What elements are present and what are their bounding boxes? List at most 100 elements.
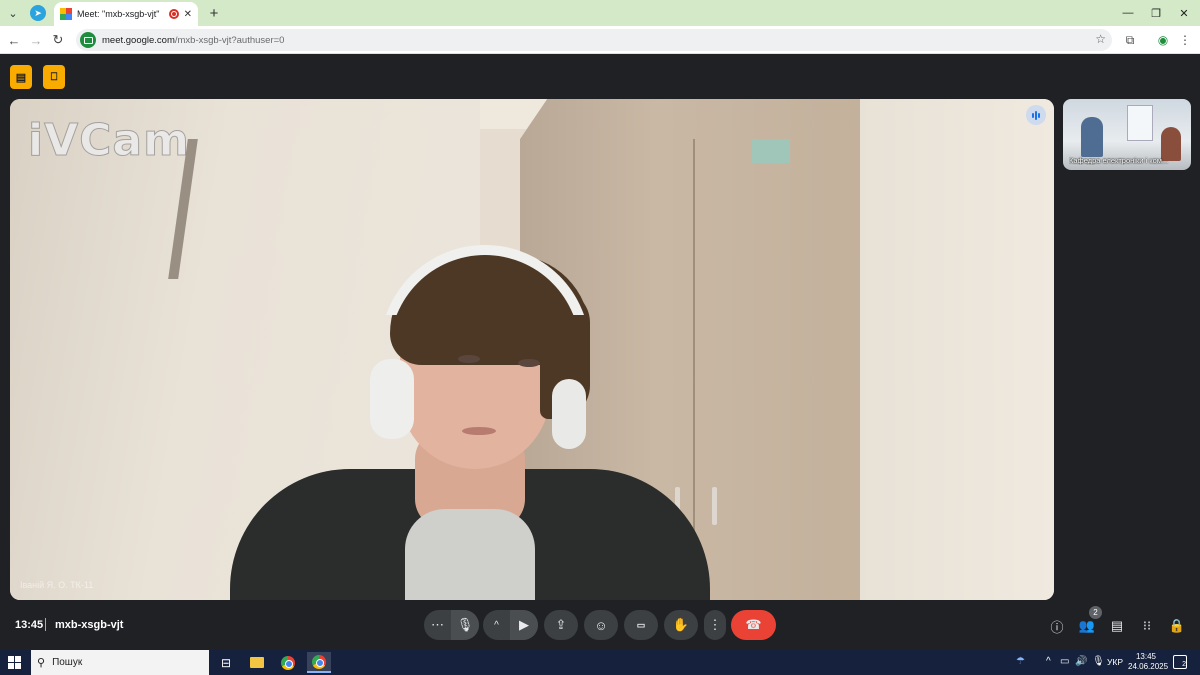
speaking-indicator-icon [1026,105,1046,125]
recording-badge[interactable]: ▤ [10,65,32,89]
meeting-code: mxb-xsgb-vjt [55,619,124,631]
tab-search-button[interactable]: ⌄ [4,4,22,22]
minimize-icon: — [1122,7,1134,19]
volume-icon[interactable]: 🔊 [1075,656,1087,667]
telegram-icon: ➤ [34,7,42,18]
site-info-icon[interactable] [80,32,96,48]
tab-meet[interactable]: Meet: "mxb-xsgb-vjt" ✕ [54,2,198,26]
chat-button[interactable]: ▤ [1107,616,1127,636]
phone-hangup-icon: ☎ [745,617,762,632]
host-controls-button[interactable]: 🔒 [1167,616,1187,636]
lock-person-icon: 🔒 [1168,618,1186,633]
microphone-tray-icon[interactable]: 🎙 [1092,656,1105,667]
folder-icon [250,657,264,668]
chrome-icon [281,655,295,670]
camera-icon: ▶ [519,617,529,632]
meet-area: ▤ ⎕ iVCam Іваній Я. О. ТК-11 Кафедра еле… [0,54,1200,650]
bookmark-star-icon[interactable]: ☆ [1095,32,1106,46]
meeting-info-button[interactable]: ⓘ [1047,616,1067,636]
address-bar[interactable]: meet.google.com/mxb-xsgb-vjt?authuser=0 … [76,29,1112,51]
plus-icon: + [209,4,219,22]
tab-close-icon[interactable]: ✕ [184,9,192,20]
info-icon: ⓘ [1050,619,1064,635]
reload-icon: ↻ [52,32,64,47]
restore-button[interactable]: ❐ [1146,4,1166,22]
meet-control-bar: 13:45 mxb-xsgb-vjt ⋯ 🎙 ^ ▶ ⇪ ☺ ▭ ✋ ⋮ ☎ ⓘ… [0,606,1200,646]
minimize-button[interactable]: — [1118,4,1138,22]
camera-watermark: iVCam [28,115,190,167]
taskbar-clock[interactable]: 13:45 24.06.2025 [1128,652,1168,672]
browser-toolbar: ← → ↻ meet.google.com/mxb-xsgb-vjt?authu… [0,26,1200,54]
present-screen-button[interactable]: ⇪ [544,610,578,640]
back-button[interactable]: ← [4,30,24,50]
emoji-icon: ☺ [594,617,608,633]
video-options-button[interactable]: ^ [483,610,510,640]
close-window-button[interactable]: ✕ [1174,4,1194,22]
chevron-up-icon: ^ [494,619,499,631]
arrow-right-icon: → [29,32,43,48]
new-tab-button[interactable]: + [204,3,224,23]
activities-button[interactable]: ⁝⁝ [1137,616,1157,636]
participant-count-badge: 2 [1089,606,1102,619]
screen: ⌄ ➤ Meet: "mxb-xsgb-vjt" ✕ + — ❐ ✕ ← → ↻… [0,0,1200,675]
reload-button[interactable]: ↻ [48,30,68,50]
apps-grid-icon: ⁝⁝ [1142,618,1152,633]
microphone-button[interactable]: 🎙 [451,610,479,640]
main-video-tile[interactable]: iVCam Іваній Я. О. ТК-11 [10,99,1054,600]
file-explorer-button[interactable] [245,652,269,673]
chrome-app-button[interactable] [276,652,300,673]
end-call-button[interactable]: ☎ [731,610,776,640]
more-horizontal-icon: ⋯ [431,617,444,632]
participant-name: Іваній Я. О. ТК-11 [20,580,94,590]
language-indicator[interactable]: УКР [1107,657,1123,667]
room-badge[interactable]: ⎕ [43,65,65,89]
participant-person [230,209,720,600]
chevron-down-icon: ⌄ [8,7,18,20]
reactions-button[interactable]: ☺ [584,610,618,640]
tray-chevron-icon[interactable]: ^ [1046,656,1051,667]
thumbnail-participant-name: Кафедра електроніки і ком... [1069,156,1169,165]
meet-favicon-icon [60,8,72,20]
video-control-group: ^ ▶ [483,610,538,640]
more-options-button[interactable]: ⋮ [704,610,726,640]
url-path: /mxb-xsgb-vjt?authuser=0 [174,34,285,46]
chrome-profile-icon [312,654,326,669]
menu-kebab-icon[interactable]: ⋮ [1176,31,1194,49]
camera-button[interactable]: ▶ [510,610,538,640]
participant-thumbnail[interactable]: Кафедра електроніки і ком... [1063,99,1191,170]
browser-tab-strip: ⌄ ➤ Meet: "mxb-xsgb-vjt" ✕ + — ❐ ✕ [0,0,1200,26]
taskbar-search[interactable]: ⚲ Пошук [31,650,209,675]
hand-icon: ✋ [672,617,690,632]
raise-hand-button[interactable]: ✋ [664,610,698,640]
notification-center-icon[interactable]: 2 [1173,655,1187,669]
people-button[interactable]: 👥 [1077,616,1097,636]
tab-title: Meet: "mxb-xsgb-vjt" [77,9,160,19]
captions-icon: ▭ [636,619,646,630]
profile-icon[interactable]: ◉ [1154,31,1172,49]
audio-options-button[interactable]: ⋯ [424,610,451,640]
recording-icon [168,9,179,19]
task-view-button[interactable]: ⊟ [214,652,238,673]
recording-off-icon: ▤ [15,71,27,84]
pinned-tab-telegram[interactable]: ➤ [30,5,46,21]
forward-button[interactable]: → [26,30,46,50]
notification-count: 2 [1182,661,1186,668]
captions-button[interactable]: ▭ [624,610,658,640]
network-icon[interactable]: ▭ [1060,656,1069,667]
search-icon: ⚲ [37,657,46,669]
chrome-profile-app-button[interactable] [307,652,331,673]
people-icon: 👥 [1078,618,1096,633]
meeting-time: 13:45 [15,619,44,631]
close-icon: ✕ [1179,7,1189,20]
chat-icon: ▤ [1110,618,1124,633]
extensions-icon[interactable]: ⧉ [1121,31,1139,49]
arrow-left-icon: ← [7,32,21,48]
present-screen-icon: ⇪ [555,617,567,632]
restore-icon: ❐ [1151,7,1161,20]
weather-icon[interactable]: ☂ [1016,656,1025,667]
microphone-icon: 🎙 [456,617,474,632]
audio-control-group: ⋯ 🎙 [424,610,479,640]
task-view-icon: ⊟ [220,655,232,670]
start-button[interactable] [8,656,21,669]
url-host: meet.google.com [102,34,175,46]
